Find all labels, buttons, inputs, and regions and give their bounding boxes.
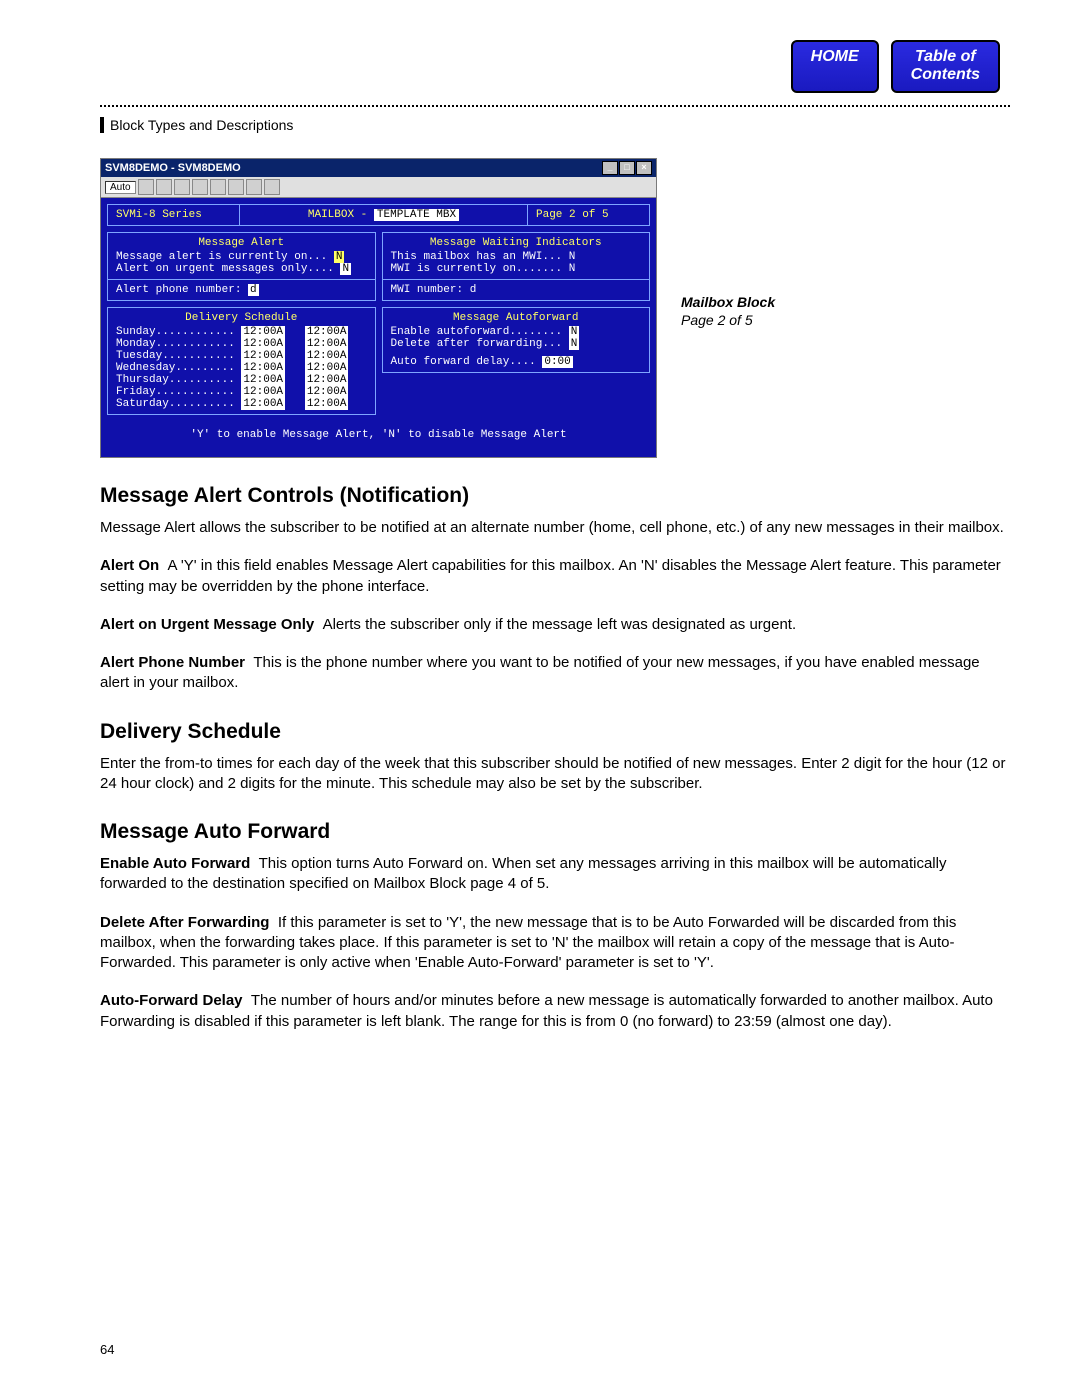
heading-delivery-schedule: Delivery Schedule <box>100 720 1010 744</box>
toolbar-btn[interactable] <box>156 179 172 195</box>
heading-message-auto-forward: Message Auto Forward <box>100 820 1010 844</box>
toolbar-btn[interactable] <box>264 179 280 195</box>
toolbar-select[interactable]: Auto <box>105 181 136 194</box>
para: Enable Auto Forward This option turns Au… <box>100 854 1010 895</box>
schedule-row: Wednesday......... 12:00A 12:00A <box>116 362 367 374</box>
schedule-row: Thursday.......... 12:00A 12:00A <box>116 374 367 386</box>
toolbar-btn[interactable] <box>174 179 190 195</box>
header-mid: MAILBOX - TEMPLATE MBX <box>240 205 527 225</box>
schedule-row: Monday............ 12:00A 12:00A <box>116 338 367 350</box>
divider <box>100 105 1010 107</box>
window-title: SVM8DEMO - SVM8DEMO <box>105 162 241 174</box>
minimize-icon[interactable]: _ <box>602 161 618 175</box>
terminal-window: SVM8DEMO - SVM8DEMO _ □ × Auto <box>100 158 657 458</box>
toolbar: Auto <box>101 177 656 198</box>
panel-message-alert: Message Alert Message alert is currently… <box>107 232 376 301</box>
toolbar-btn[interactable] <box>228 179 244 195</box>
para: Auto-Forward Delay The number of hours a… <box>100 991 1010 1032</box>
para: Message Alert allows the subscriber to b… <box>100 518 1010 538</box>
para: Alert On A 'Y' in this field enables Mes… <box>100 556 1010 597</box>
heading-message-alert-controls: Message Alert Controls (Notification) <box>100 484 1010 508</box>
header-page: Page 2 of 5 <box>527 205 649 225</box>
para: Alert Phone Number This is the phone num… <box>100 653 1010 694</box>
toolbar-btn[interactable] <box>246 179 262 195</box>
para: Delete After Forwarding If this paramete… <box>100 913 1010 974</box>
header-series: SVMi-8 Series <box>108 205 240 225</box>
panel-mwi: Message Waiting Indicators This mailbox … <box>382 232 651 301</box>
toolbar-btn[interactable] <box>210 179 226 195</box>
toolbar-btn[interactable] <box>138 179 154 195</box>
toolbar-btn[interactable] <box>192 179 208 195</box>
breadcrumb: Block Types and Descriptions <box>100 117 1010 133</box>
toc-button[interactable]: Table ofContents <box>891 40 1000 93</box>
status-hint: 'Y' to enable Message Alert, 'N' to disa… <box>107 429 650 441</box>
home-button[interactable]: HOME <box>791 40 879 93</box>
maximize-icon[interactable]: □ <box>619 161 635 175</box>
para: Alert on Urgent Message Only Alerts the … <box>100 615 1010 635</box>
schedule-row: Tuesday........... 12:00A 12:00A <box>116 350 367 362</box>
page-number: 64 <box>100 1342 114 1357</box>
schedule-row: Friday............ 12:00A 12:00A <box>116 386 367 398</box>
schedule-row: Saturday.......... 12:00A 12:00A <box>116 398 367 410</box>
panel-autoforward: Message Autoforward Enable autoforward..… <box>382 307 651 373</box>
panel-delivery-schedule: Delivery Schedule Sunday............ 12:… <box>107 307 376 415</box>
para: Enter the from-to times for each day of … <box>100 754 1010 795</box>
figure-caption: Mailbox Block Page 2 of 5 <box>681 293 775 329</box>
window-titlebar: SVM8DEMO - SVM8DEMO _ □ × <box>101 159 656 177</box>
schedule-row: Sunday............ 12:00A 12:00A <box>116 326 367 338</box>
close-icon[interactable]: × <box>636 161 652 175</box>
